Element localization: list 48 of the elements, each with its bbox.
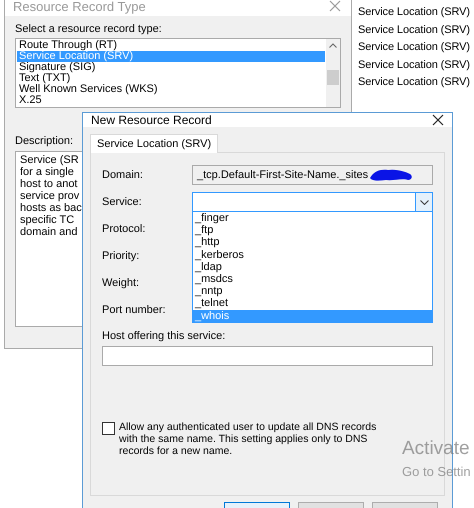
field-label: Port number: [102,303,166,317]
record-type-text: Service Location (SRV) [358,40,470,56]
dropdown-option[interactable]: _nntp [193,285,432,298]
chevron-up-icon[interactable] [329,43,337,48]
window-title: Resource Record Type [13,0,146,14]
field-label: Service: [102,195,142,209]
redaction-scribble [368,168,414,182]
window-title: New Resource Record [91,113,212,127]
field-label: Weight: [102,276,140,290]
list-item[interactable]: Signature (SIG) [17,62,325,73]
record-type-list[interactable]: Route Through (RT) Service Location (SRV) Signature (SIG) Text (TXT) Well Known Services (WKS) X.25 [15,38,341,108]
description-text: hosts as bac [20,202,82,214]
list-item[interactable]: Text (TXT) [17,73,325,84]
description-text: domain and [20,226,78,238]
domain-field[interactable]: _tcp.Default-First-Site-Name._sites [192,165,433,185]
dropdown-option[interactable]: _http [193,236,432,249]
description-text: service prov [20,190,80,202]
record-type-text: Service Location (SRV) [358,22,470,38]
dropdown-option[interactable]: _kerberos [193,248,432,261]
tab[interactable]: Service Location (SRV) [90,134,218,153]
list-item[interactable]: Route Through (RT) [17,40,325,51]
dropdown-option[interactable]: _ftp [193,224,432,236]
description-text: host to anot [20,178,78,190]
record-type-text: Service Location (SRV) [358,75,470,90]
list-item[interactable]: Well Known Services (WKS) [17,84,325,95]
dropdown-option[interactable]: _telnet [193,297,432,310]
dropdown-option[interactable]: _ldap [193,260,432,274]
description-label: Description: [15,134,74,148]
dropdown-option[interactable]: _finger [193,212,432,224]
scrollbar[interactable] [326,39,340,107]
description-text: Service (SR [20,154,79,166]
record-type-text: Service Location (SRV) [358,58,470,73]
dropdown-option[interactable]: _msdcs [193,273,432,286]
field-label: Host offering this service: [102,329,226,343]
scrollbar-thumb[interactable] [327,70,339,85]
field-label: Protocol: [102,222,146,236]
description-text: for a single [20,166,74,178]
field-label: Priority: [102,249,140,263]
checkbox-label: Allow any authenticated user to update all DNS records with the same name. This setting applies only to DNS records for a new name. [119,421,378,457]
checkbox[interactable] [102,422,115,435]
field-label: Domain: [102,168,143,182]
list-item[interactable]: X.25 [17,95,325,106]
description-text: specific TC [20,214,74,226]
chevron-down-icon[interactable] [420,200,428,204]
host-field[interactable] [102,346,433,366]
record-type-text: Service Location (SRV) [358,5,470,20]
list-label: Select a resource record type: [15,22,162,36]
close-icon[interactable] [432,114,444,126]
